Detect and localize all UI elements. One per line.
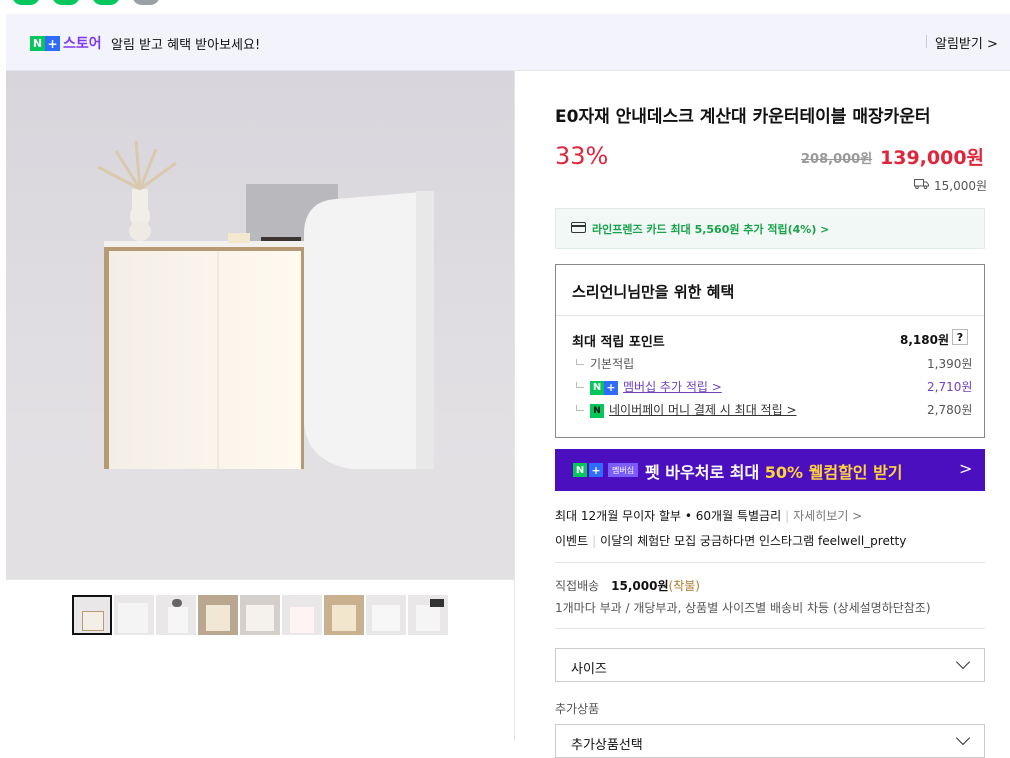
membership-badge: N + 멤버십	[573, 463, 639, 477]
basic-points-label: 기본적립	[590, 357, 635, 371]
delivery-info: 직접배송 15,000원(착불)	[555, 579, 700, 593]
size-select[interactable]: 사이즈	[555, 648, 985, 682]
store-label: 스토어	[63, 36, 102, 52]
shipping-fee: 15,000원	[934, 179, 988, 193]
store-alarm-banner: N + 스토어 알림 받고 혜택 받아보세요! 알림받기 >	[6, 14, 1010, 71]
chevron-down-icon	[955, 654, 971, 670]
additional-select-label: 추가상품선택	[571, 738, 643, 753]
section-divider-2	[555, 628, 985, 629]
thumbnail-4[interactable]	[198, 595, 238, 635]
banner-divider	[926, 35, 927, 48]
basic-points-value: 1,390원	[927, 357, 973, 371]
naverpay-icon: N	[590, 403, 604, 418]
card-benefit-banner[interactable]: 라인프렌즈 카드 최대 5,560원 추가 적립(4%) >	[555, 208, 985, 249]
product-main-image[interactable]	[6, 71, 514, 579]
event-label: 이벤트	[555, 534, 589, 548]
promo-text: 펫 바우처로 최대 50% 웰컴할인 받기	[645, 463, 903, 482]
membership-points-row[interactable]: N + 멤버십 추가 적립 >	[576, 378, 722, 395]
installment-more-link[interactable]: 자세히보기 >	[793, 509, 862, 523]
sale-price: 139,000원	[880, 147, 985, 169]
thumbnail-3[interactable]	[156, 595, 196, 635]
discount-rate: 33%	[555, 142, 609, 170]
benefit-title: 스리언니님만을 위한 혜택	[572, 283, 735, 301]
naver-plus-logo: N +	[30, 36, 60, 51]
member-benefit-box: 스리언니님만을 위한 혜택 최대 적립 포인트 8,180원 ? 기본적립 1,…	[555, 264, 985, 438]
thumbnail-strip	[72, 595, 448, 635]
event-text: 이달의 체험단 모집 궁금하다면 인스타그램 feelwell_pretty	[600, 534, 907, 548]
max-points-label: 최대 적립 포인트	[572, 335, 665, 350]
naver-plus-icon: N +	[590, 380, 618, 395]
banner-text: 알림 받고 혜택 받아보세요!	[111, 38, 261, 53]
naverpay-points-row[interactable]: N 네이버페이 머니 결제 시 최대 적립 >	[576, 401, 797, 418]
credit-card-icon	[571, 222, 586, 233]
chevron-right-icon: >	[959, 459, 973, 478]
installment-info: 최대 12개월 무이자 할부 • 60개월 특별금리 | 자세히보기 >	[555, 509, 863, 523]
help-button[interactable]: ?	[952, 329, 968, 345]
chevron-down-icon	[955, 730, 971, 746]
additional-product-select[interactable]: 추가상품선택	[555, 724, 985, 758]
thumbnail-8[interactable]	[366, 595, 406, 635]
truck-icon	[914, 179, 929, 189]
thumbnail-5[interactable]	[240, 595, 280, 635]
top-partial-dots	[12, 0, 160, 5]
thumbnail-1[interactable]	[72, 595, 112, 635]
membership-points-link[interactable]: 멤버십 추가 적립 >	[623, 380, 722, 394]
card-benefit-text: 라인프렌즈 카드 최대 5,560원 추가 적립(4%) >	[592, 223, 830, 236]
pet-voucher-promo-button[interactable]: N + 멤버십 펫 바우처로 최대 50% 웰컴할인 받기 >	[555, 449, 985, 491]
thumbnail-2[interactable]	[114, 595, 154, 635]
naverpay-points-value: 2,780원	[927, 403, 973, 417]
section-divider	[555, 562, 985, 563]
basic-points-row: 기본적립	[576, 355, 634, 372]
image-divider	[6, 579, 514, 580]
max-points-value: 8,180원	[900, 333, 949, 347]
thumbnail-9[interactable]	[408, 595, 448, 635]
pane-divider	[514, 71, 515, 741]
product-title: E0자재 안내데스크 계산대 카운터테이블 매장카운터	[555, 107, 931, 127]
additional-products-label: 추가상품	[555, 702, 600, 716]
naverpay-points-link[interactable]: 네이버페이 머니 결제 시 최대 적립 >	[609, 403, 797, 417]
thumbnail-7[interactable]	[324, 595, 364, 635]
thumbnail-6[interactable]	[282, 595, 322, 635]
membership-points-value: 2,710원	[927, 380, 973, 394]
size-select-label: 사이즈	[571, 662, 607, 677]
original-price: 208,000원	[801, 152, 873, 167]
alarm-subscribe-button[interactable]: 알림받기 >	[935, 33, 998, 52]
event-info: 이벤트 | 이달의 체험단 모집 궁금하다면 인스타그램 feelwell_pret…	[555, 534, 907, 548]
delivery-detail: 1개마다 부과 / 개당부과, 상품별 사이즈별 배송비 차등 (상세설명하단참…	[555, 601, 931, 615]
benefit-divider	[556, 315, 984, 316]
